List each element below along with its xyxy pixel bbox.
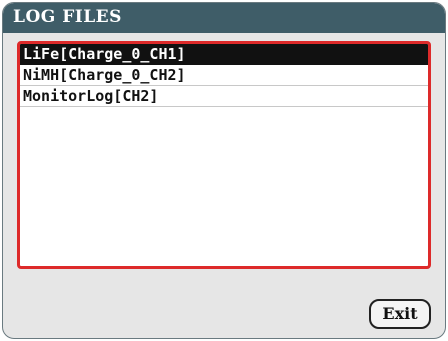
list-item-log-file[interactable]: MonitorLog[CH2] bbox=[20, 86, 428, 107]
list-item-label: NiMH[Charge_0_CH2] bbox=[23, 66, 186, 84]
window-title: LOG FILES bbox=[13, 7, 122, 27]
log-file-list[interactable]: LiFe[Charge_0_CH1] NiMH[Charge_0_CH2] Mo… bbox=[17, 41, 431, 269]
list-item-label: MonitorLog[CH2] bbox=[23, 87, 159, 105]
list-item-log-file[interactable]: LiFe[Charge_0_CH1] bbox=[20, 44, 428, 65]
list-item-log-file[interactable]: NiMH[Charge_0_CH2] bbox=[20, 65, 428, 86]
title-bar: LOG FILES bbox=[3, 3, 445, 33]
log-files-window: LOG FILES LiFe[Charge_0_CH1] NiMH[Charge… bbox=[2, 2, 446, 339]
device-screen: LOG FILES LiFe[Charge_0_CH1] NiMH[Charge… bbox=[0, 0, 448, 341]
exit-button[interactable]: Exit bbox=[369, 299, 431, 329]
list-item-label: LiFe[Charge_0_CH1] bbox=[23, 45, 186, 63]
